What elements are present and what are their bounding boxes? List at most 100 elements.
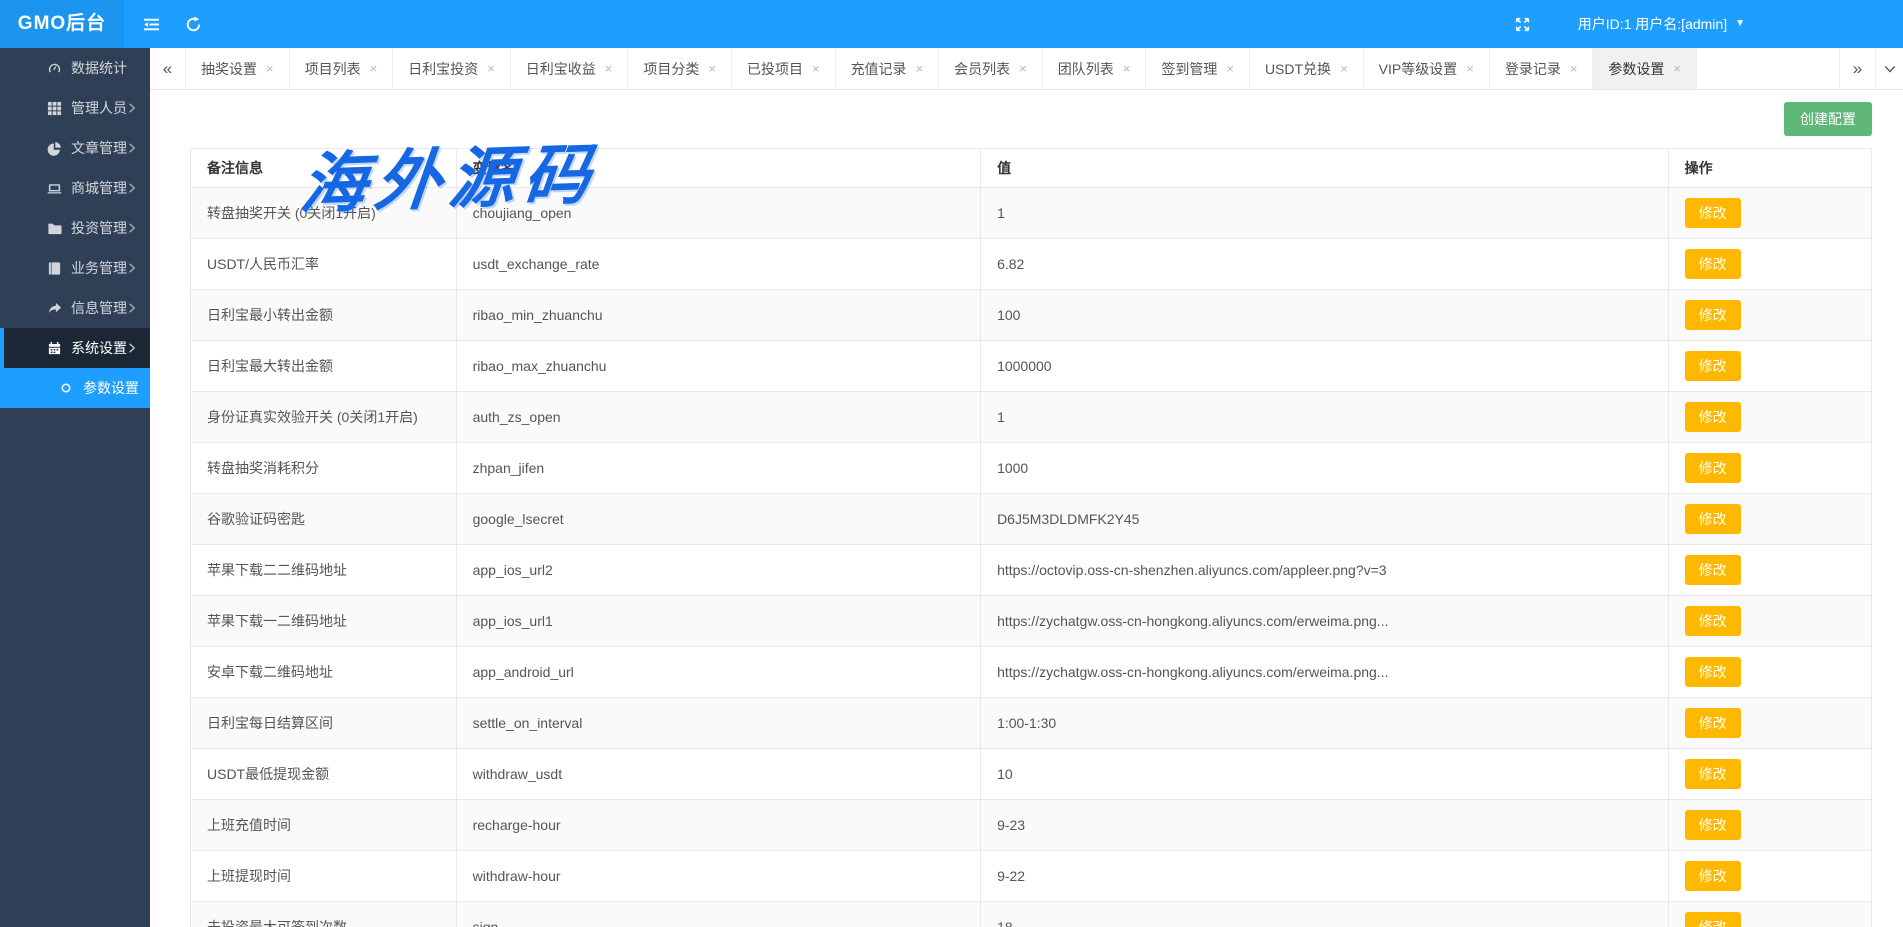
variable-cell: ribao_max_zhuanchu bbox=[456, 341, 980, 392]
circle-icon bbox=[58, 380, 74, 396]
fullscreen-icon[interactable] bbox=[1502, 0, 1544, 48]
modify-button[interactable]: 修改 bbox=[1685, 708, 1741, 738]
tab-item[interactable]: USDT兑换 × bbox=[1250, 48, 1364, 89]
sidebar-item-label: 商城管理 bbox=[71, 178, 127, 198]
tab-close-icon[interactable]: × bbox=[916, 62, 924, 75]
sidebar-item-system[interactable]: 系统设置 bbox=[0, 328, 150, 368]
sidebar-item-business[interactable]: 业务管理 bbox=[0, 248, 150, 288]
tabs-menu-chevron-down-icon[interactable] bbox=[1875, 48, 1903, 89]
modify-button[interactable]: 修改 bbox=[1685, 351, 1741, 381]
tab-label: 参数设置 bbox=[1608, 59, 1664, 79]
tabs-scroll-right-icon[interactable]: » bbox=[1839, 48, 1875, 89]
modify-button[interactable]: 修改 bbox=[1685, 606, 1741, 636]
tab-label: 会员列表 bbox=[954, 59, 1010, 79]
tab-close-icon[interactable]: × bbox=[812, 62, 820, 75]
table-row: 上班充值时间recharge-hour9-23修改 bbox=[191, 800, 1872, 851]
sidebar-item-articles[interactable]: 文章管理 bbox=[0, 128, 150, 168]
action-cell: 修改 bbox=[1668, 188, 1871, 239]
value-cell: https://zychatgw.oss-cn-hongkong.aliyunc… bbox=[981, 596, 1669, 647]
variable-cell: settle_on_interval bbox=[456, 698, 980, 749]
table-row: 上班提现时间withdraw-hour9-22修改 bbox=[191, 851, 1872, 902]
sidebar-item-mall[interactable]: 商城管理 bbox=[0, 168, 150, 208]
modify-button[interactable]: 修改 bbox=[1685, 861, 1741, 891]
tab-close-icon[interactable]: × bbox=[708, 62, 716, 75]
sidebar-subitem-parameters[interactable]: 参数设置 bbox=[0, 368, 150, 408]
action-cell: 修改 bbox=[1668, 698, 1871, 749]
tab-close-icon[interactable]: × bbox=[1570, 62, 1578, 75]
modify-button[interactable]: 修改 bbox=[1685, 912, 1741, 927]
create-config-button[interactable]: 创建配置 bbox=[1784, 102, 1872, 136]
refresh-icon[interactable] bbox=[172, 0, 214, 48]
action-cell: 修改 bbox=[1668, 392, 1871, 443]
modify-button[interactable]: 修改 bbox=[1685, 555, 1741, 585]
tab-item[interactable]: 充值记录× bbox=[836, 48, 940, 89]
variable-cell: choujiang_open bbox=[456, 188, 980, 239]
modify-button[interactable]: 修改 bbox=[1685, 453, 1741, 483]
tab-close-icon[interactable]: × bbox=[1673, 62, 1681, 75]
action-cell: 修改 bbox=[1668, 494, 1871, 545]
tab-item[interactable]: 会员列表 × bbox=[939, 48, 1043, 89]
remark-cell: 谷歌验证码密匙 bbox=[191, 494, 457, 545]
action-cell: 修改 bbox=[1668, 749, 1871, 800]
table-row: 未投资最大可签到次数sign18修改 bbox=[191, 902, 1872, 927]
remark-cell: 转盘抽奖消耗积分 bbox=[191, 443, 457, 494]
sidebar-item-admins[interactable]: 管理人员 bbox=[0, 88, 150, 128]
sidebar-item-label: 投资管理 bbox=[71, 218, 127, 238]
tab-close-icon[interactable]: × bbox=[1226, 62, 1234, 75]
tab-item[interactable]: 签到管理× bbox=[1146, 48, 1250, 89]
tab-item[interactable]: 日利宝收益× bbox=[511, 48, 629, 89]
modify-button[interactable]: 修改 bbox=[1685, 300, 1741, 330]
tab-item[interactable]: 已投项目× bbox=[732, 48, 836, 89]
column-header: 操作 bbox=[1668, 149, 1871, 188]
action-cell: 修改 bbox=[1668, 647, 1871, 698]
action-cell: 修改 bbox=[1668, 902, 1871, 927]
remark-cell: 转盘抽奖开关 (0关闭1开启) bbox=[191, 188, 457, 239]
tab-close-icon[interactable]: × bbox=[1019, 62, 1027, 75]
modify-button[interactable]: 修改 bbox=[1685, 657, 1741, 687]
action-cell: 修改 bbox=[1668, 443, 1871, 494]
tab-item[interactable]: VIP等级设置× bbox=[1364, 48, 1490, 89]
tab-close-icon[interactable]: × bbox=[1340, 62, 1348, 75]
sidebar-collapse-icon[interactable] bbox=[130, 0, 172, 48]
user-menu[interactable]: 用户ID:1 用户名:[admin] ▼ bbox=[1578, 14, 1745, 34]
tab-close-icon[interactable]: × bbox=[1123, 62, 1131, 75]
tab-close-icon[interactable]: × bbox=[605, 62, 613, 75]
tab-item[interactable]: 项目列表× bbox=[290, 48, 394, 89]
modify-button[interactable]: 修改 bbox=[1685, 810, 1741, 840]
table-row: 转盘抽奖开关 (0关闭1开启)choujiang_open1修改 bbox=[191, 188, 1872, 239]
topbar-right: 用户ID:1 用户名:[admin] ▼ bbox=[1502, 0, 1903, 48]
sidebar: 数据统计管理人员文章管理商城管理投资管理业务管理信息管理系统设置参数设置 bbox=[0, 48, 150, 927]
modify-button[interactable]: 修改 bbox=[1685, 249, 1741, 279]
table-row: 日利宝每日结算区间settle_on_interval1:00-1:30修改 bbox=[191, 698, 1872, 749]
tab-item[interactable]: 团队列表× bbox=[1043, 48, 1147, 89]
action-cell: 修改 bbox=[1668, 800, 1871, 851]
sidebar-item-investment[interactable]: 投资管理 bbox=[0, 208, 150, 248]
tab-item[interactable]: 日利宝投资× bbox=[393, 48, 511, 89]
modify-button[interactable]: 修改 bbox=[1685, 504, 1741, 534]
modify-button[interactable]: 修改 bbox=[1685, 402, 1741, 432]
table-row: 苹果下载二二维码地址app_ios_url2https://octovip.os… bbox=[191, 545, 1872, 596]
calendar-icon bbox=[46, 340, 62, 356]
table-header-row: 备注信息变量名值操作 bbox=[191, 149, 1872, 188]
dashboard-icon bbox=[46, 60, 62, 76]
tab-label: USDT兑换 bbox=[1265, 59, 1331, 79]
tab-item[interactable]: 参数设置 × bbox=[1593, 48, 1697, 89]
tabs-scroll-left-icon[interactable]: « bbox=[150, 48, 186, 89]
value-cell: 10 bbox=[981, 749, 1669, 800]
action-cell: 修改 bbox=[1668, 596, 1871, 647]
table-row: 安卓下载二维码地址app_android_urlhttps://zychatgw… bbox=[191, 647, 1872, 698]
modify-button[interactable]: 修改 bbox=[1685, 198, 1741, 228]
tab-close-icon[interactable]: × bbox=[1466, 62, 1474, 75]
value-cell: https://octovip.oss-cn-shenzhen.aliyuncs… bbox=[981, 545, 1669, 596]
sidebar-item-information[interactable]: 信息管理 bbox=[0, 288, 150, 328]
tab-label: 抽奖设置 bbox=[201, 59, 257, 79]
tab-close-icon[interactable]: × bbox=[370, 62, 378, 75]
tab-close-icon[interactable]: × bbox=[487, 62, 495, 75]
modify-button[interactable]: 修改 bbox=[1685, 759, 1741, 789]
tab-item[interactable]: 登录记录× bbox=[1490, 48, 1594, 89]
tab-item[interactable]: 抽奖设置 × bbox=[186, 48, 290, 89]
tab-close-icon[interactable]: × bbox=[266, 62, 274, 75]
sidebar-item-data-stats[interactable]: 数据统计 bbox=[0, 48, 150, 88]
tab-item[interactable]: 项目分类× bbox=[628, 48, 732, 89]
value-cell: 6.82 bbox=[981, 239, 1669, 290]
